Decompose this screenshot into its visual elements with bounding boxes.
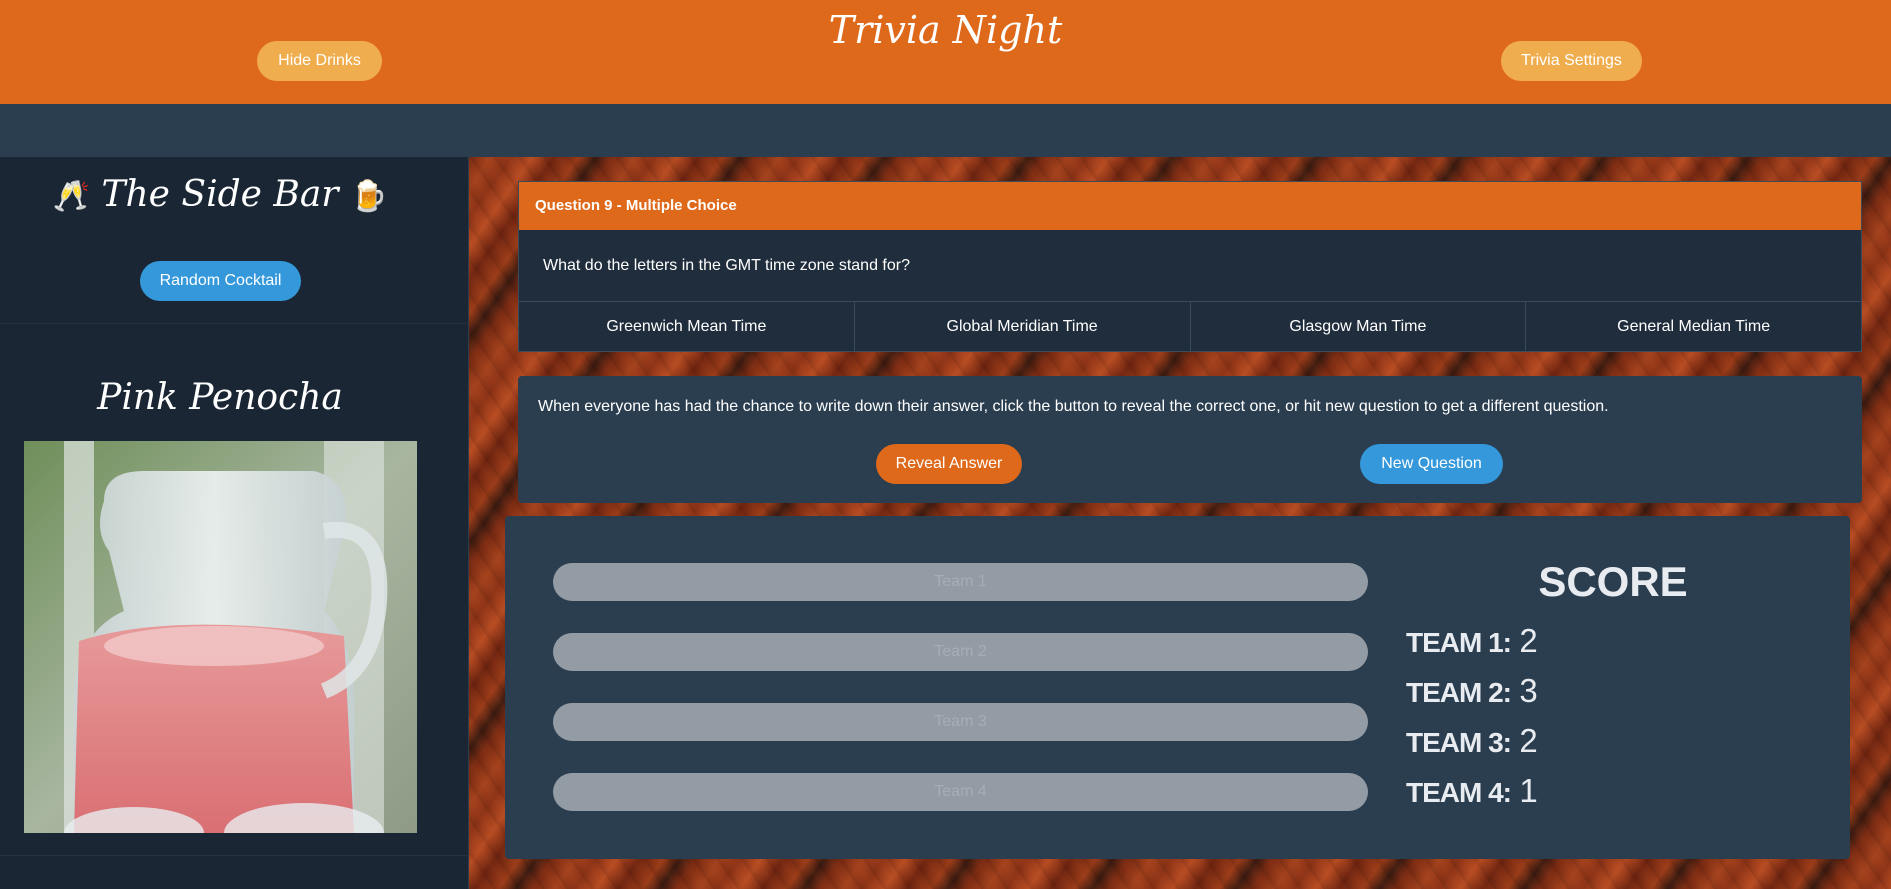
score-title: SCORE	[1538, 558, 1688, 605]
team-4-input[interactable]	[553, 773, 1368, 811]
new-question-button[interactable]: New Question	[1360, 444, 1503, 484]
team-score-label: TEAM 3:	[1406, 727, 1512, 758]
sidebar-divider	[0, 855, 469, 856]
sidebar-divider	[0, 323, 469, 324]
team-2-input[interactable]	[553, 633, 1368, 671]
answer-option[interactable]: General Median Time	[1526, 302, 1861, 351]
answer-options: Greenwich Mean Time Global Meridian Time…	[519, 302, 1861, 351]
team-score-value: 1	[1519, 772, 1538, 809]
random-cocktail-button[interactable]: Random Cocktail	[140, 261, 301, 301]
question-text: What do the letters in the GMT time zone…	[519, 230, 1861, 302]
cocktail-name: Pink Penocha	[97, 377, 343, 418]
team-score: TEAM 3: 2	[1406, 722, 1538, 760]
answer-option[interactable]: Greenwich Mean Time	[519, 302, 855, 351]
question-card: Question 9 - Multiple Choice What do the…	[518, 181, 1862, 352]
sidebar-title-text: The Side Bar	[101, 174, 339, 215]
team-score-label: TEAM 1:	[1406, 627, 1512, 658]
score-panel: SCORE TEAM 1: 2 TEAM 2: 3 TEAM 3: 2 TEAM…	[505, 516, 1850, 859]
hide-drinks-button[interactable]: Hide Drinks	[257, 41, 382, 81]
team-score: TEAM 2: 3	[1406, 672, 1538, 710]
sub-navbar	[0, 104, 1891, 157]
beer-icon: 🍺	[349, 179, 388, 214]
cheers-icon: 🥂	[52, 179, 91, 214]
team-1-input[interactable]	[553, 563, 1368, 601]
team-score-label: TEAM 4:	[1406, 777, 1512, 808]
answer-option[interactable]: Glasgow Man Time	[1191, 302, 1527, 351]
question-header: Question 9 - Multiple Choice	[519, 182, 1861, 230]
sidebar: 🥂 The Side Bar 🍺 Random Cocktail Pink Pe…	[0, 157, 469, 889]
team-score-value: 2	[1519, 722, 1538, 759]
team-score-value: 2	[1519, 622, 1538, 659]
team-score: TEAM 4: 1	[1406, 772, 1538, 810]
team-score: TEAM 1: 2	[1406, 622, 1538, 660]
trivia-settings-button[interactable]: Trivia Settings	[1501, 41, 1642, 81]
reveal-answer-button[interactable]: Reveal Answer	[876, 444, 1022, 484]
cocktail-image	[24, 441, 417, 833]
top-navbar: Trivia Night Hide Drinks Trivia Settings	[0, 0, 1891, 104]
instructions-text: When everyone has had the chance to writ…	[538, 398, 1609, 415]
team-score-label: TEAM 2:	[1406, 677, 1512, 708]
instructions-panel: When everyone has had the chance to writ…	[518, 376, 1862, 503]
team-3-input[interactable]	[553, 703, 1368, 741]
answer-option[interactable]: Global Meridian Time	[855, 302, 1191, 351]
sidebar-title: 🥂 The Side Bar 🍺	[0, 174, 440, 215]
team-score-value: 3	[1519, 672, 1538, 709]
